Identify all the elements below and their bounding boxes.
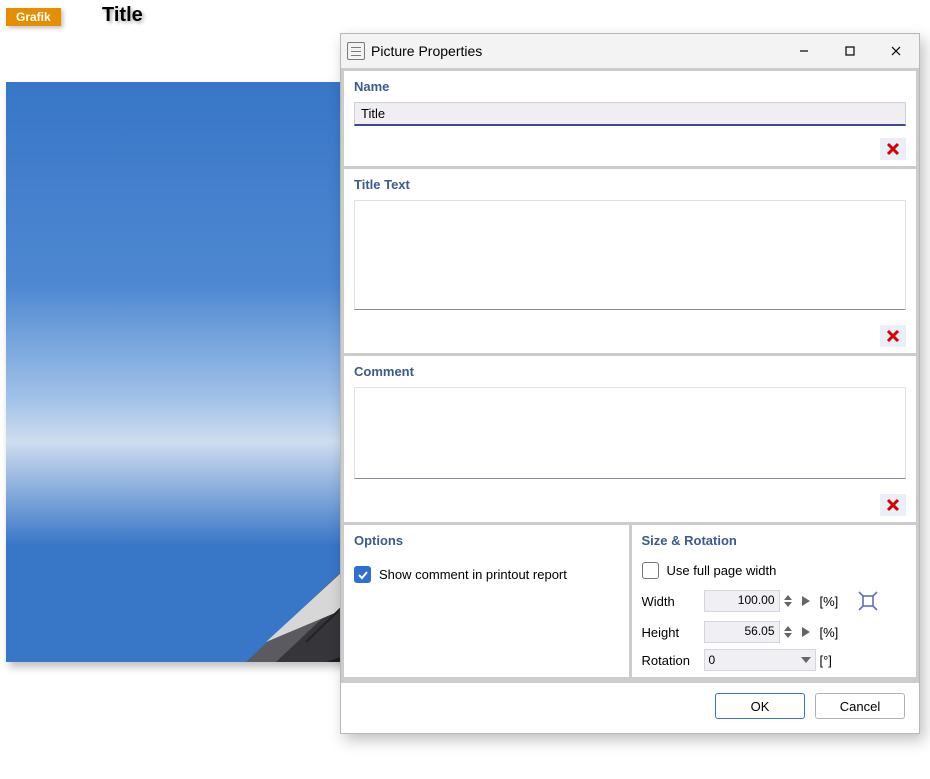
options-label: Options [354, 533, 619, 548]
width-input[interactable]: 100.00 [704, 590, 780, 612]
rotation-select[interactable]: 0 [704, 649, 816, 671]
fit-icon[interactable] [854, 587, 882, 615]
full-width-checkbox[interactable] [642, 562, 659, 579]
show-comment-checkbox[interactable] [354, 566, 371, 583]
rotation-unit: [°] [820, 653, 850, 668]
width-label: Width [642, 594, 700, 609]
rotation-value: 0 [709, 653, 716, 667]
document-icon [347, 42, 365, 60]
name-value: Title [361, 106, 385, 121]
title-text-input[interactable] [354, 200, 906, 310]
options-panel: Options Show comment in printout report [344, 525, 629, 677]
maximize-button[interactable] [827, 34, 873, 68]
height-step-right[interactable] [802, 625, 816, 640]
size-rotation-label: Size & Rotation [642, 533, 907, 548]
show-comment-label: Show comment in printout report [379, 567, 567, 582]
cancel-button[interactable]: Cancel [815, 693, 905, 719]
name-input[interactable]: Title [354, 102, 906, 126]
grafik-badge: Grafik [6, 8, 61, 26]
title-text-label: Title Text [354, 177, 906, 192]
minimize-button[interactable] [781, 34, 827, 68]
height-input[interactable]: 56.05 [704, 621, 780, 643]
height-unit: [%] [820, 625, 850, 640]
full-width-label: Use full page width [667, 563, 777, 578]
width-step-right[interactable] [802, 594, 816, 609]
comment-label: Comment [354, 364, 906, 379]
dialog-title: Picture Properties [371, 43, 482, 59]
picture-properties-dialog: Picture Properties Name Title [340, 33, 920, 734]
clear-titletext-button[interactable] [880, 325, 906, 347]
page-title: Title [102, 4, 143, 27]
clear-comment-button[interactable] [880, 494, 906, 516]
comment-input[interactable] [354, 387, 906, 479]
title-text-panel: Title Text [344, 169, 916, 353]
ok-button[interactable]: OK [715, 693, 805, 719]
button-bar: OK Cancel [341, 683, 919, 733]
name-panel: Name Title [344, 71, 916, 166]
height-label: Height [642, 625, 700, 640]
name-label: Name [354, 79, 906, 94]
clear-name-button[interactable] [880, 138, 906, 160]
rotation-label: Rotation [642, 653, 700, 668]
close-button[interactable] [873, 34, 919, 68]
size-rotation-panel: Size & Rotation Use full page width Widt… [632, 525, 917, 677]
height-spinner[interactable] [784, 621, 798, 643]
width-unit: [%] [820, 594, 850, 609]
comment-panel: Comment [344, 356, 916, 522]
titlebar[interactable]: Picture Properties [341, 34, 919, 68]
width-spinner[interactable] [784, 590, 798, 612]
